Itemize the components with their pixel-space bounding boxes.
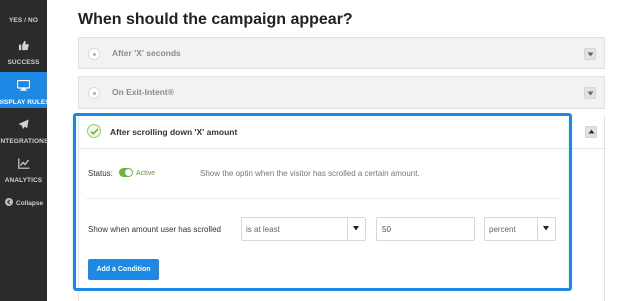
- sidebar-item-label: ANALYTICS: [4, 177, 43, 184]
- sidebar-item-display-rules[interactable]: DISPLAY RULES: [0, 72, 50, 108]
- radio-unselected-icon[interactable]: [88, 48, 100, 60]
- sidebar-item-label: YES / NO: [9, 17, 38, 24]
- sidebar-item-analytics[interactable]: ANALYTICS: [0, 156, 47, 186]
- sidebar-item-label: DISPLAY RULES: [0, 99, 50, 106]
- line-chart-icon: [17, 156, 30, 174]
- sidebar-item-success[interactable]: SUCCESS: [0, 38, 47, 70]
- paper-plane-icon: [18, 117, 29, 135]
- rule-label: On Exit-Intent®: [112, 87, 174, 97]
- expand-button[interactable]: [584, 87, 596, 99]
- rule-row-after-seconds[interactable]: After 'X' seconds: [78, 37, 605, 69]
- rule-label: After 'X' seconds: [112, 48, 181, 58]
- radio-unselected-icon[interactable]: [88, 87, 100, 99]
- sidebar-item-label: SUCCESS: [7, 59, 40, 66]
- chevron-down-icon: [587, 52, 594, 57]
- sidebar-item-label: INTEGRATIONS: [0, 138, 49, 145]
- highlight-frame: [73, 113, 572, 291]
- sidebar: YES / NO SUCCESS DISPLAY RULES INTEGRATI…: [0, 0, 50, 301]
- rule-row-exit-intent[interactable]: On Exit-Intent®: [78, 76, 605, 109]
- sidebar-item-integrations[interactable]: INTEGRATIONS: [0, 117, 49, 147]
- sidebar-item-yes-no[interactable]: YES / NO: [0, 0, 47, 28]
- monitor-icon: [16, 78, 31, 96]
- page-title: When should the campaign appear?: [78, 11, 353, 28]
- collapse-label: Collapse: [16, 199, 44, 207]
- collapse-icon: [5, 198, 13, 208]
- thumbs-up-icon: [18, 38, 29, 56]
- chevron-down-icon: [587, 91, 594, 96]
- chevron-up-icon: [588, 129, 595, 134]
- collapse-panel-button[interactable]: [585, 126, 597, 138]
- collapse-button[interactable]: Collapse: [5, 198, 43, 208]
- expand-button[interactable]: [584, 48, 596, 60]
